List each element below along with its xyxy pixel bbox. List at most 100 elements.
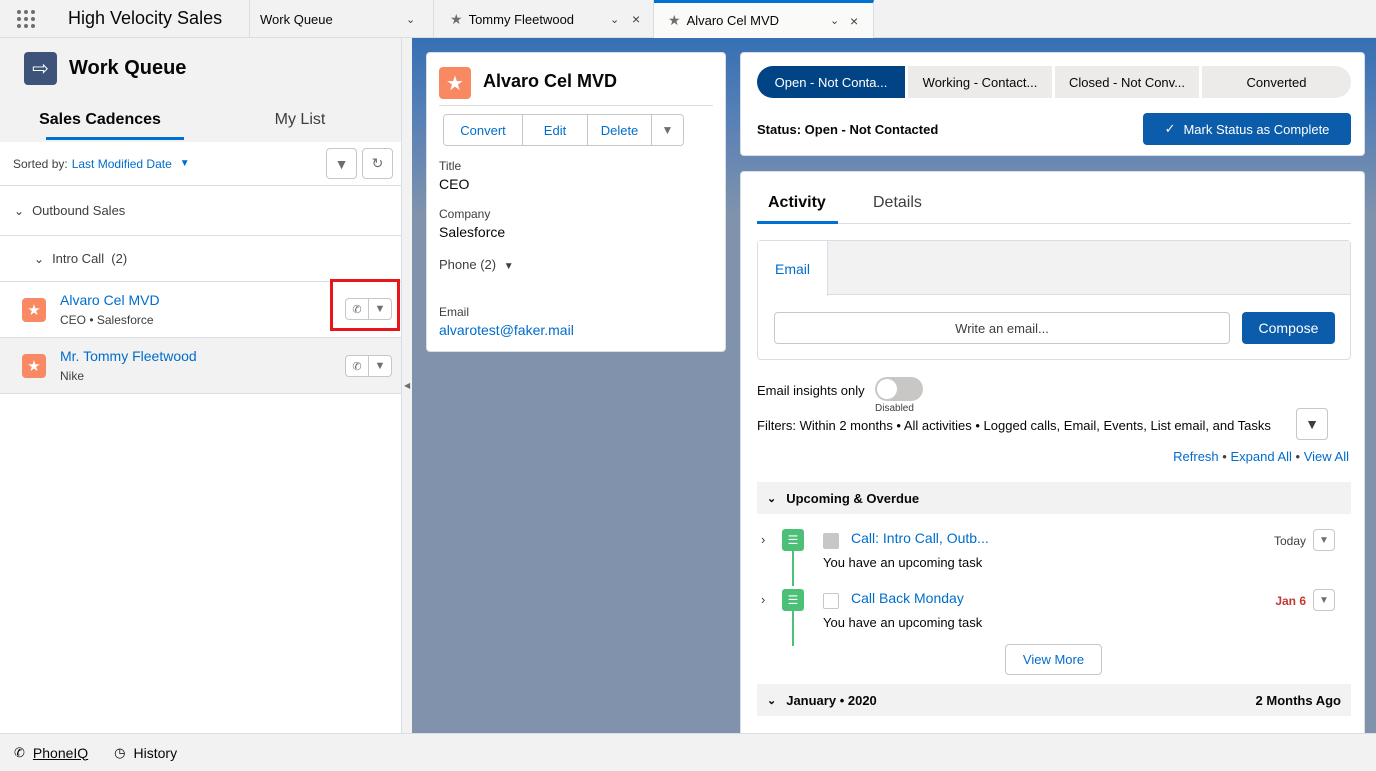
email-insights-label: Email insights only xyxy=(757,383,865,398)
status-path: Open - Not Conta... Working - Contact...… xyxy=(757,66,1351,98)
filter-icon: ▼ xyxy=(334,155,349,172)
separator-dot: • xyxy=(1295,449,1304,464)
utility-label: History xyxy=(133,744,178,761)
lead-name-link[interactable]: Alvaro Cel MVD xyxy=(60,292,160,308)
task-checkbox[interactable] xyxy=(823,593,839,609)
utility-phoneiq[interactable]: ✆ PhoneIQ xyxy=(14,745,88,761)
more-actions-button[interactable]: ▼ xyxy=(652,115,683,145)
view-all-link[interactable]: View All xyxy=(1304,449,1349,464)
call-button-group: ✆ ▼ xyxy=(345,355,392,377)
upcoming-overdue-header[interactable]: ⌄ Upcoming & Overdue xyxy=(757,482,1351,514)
toggle-state-label: Disabled xyxy=(875,403,914,414)
sort-field-link[interactable]: Last Modified Date xyxy=(72,157,172,171)
divider xyxy=(439,105,713,106)
current-status: Status: Open - Not Contacted xyxy=(757,122,939,137)
section-relative-date: 2 Months Ago xyxy=(1255,692,1341,708)
tab-dropdown-chevron-icon[interactable]: ⌄ xyxy=(830,14,839,27)
lead-name-link[interactable]: Mr. Tommy Fleetwood xyxy=(60,348,197,364)
task-icon: ☰ xyxy=(782,529,804,551)
mark-status-complete-button[interactable]: ✓ Mark Status as Complete xyxy=(1143,113,1351,145)
task-menu-button[interactable]: ▼ xyxy=(1313,589,1335,611)
path-step-working[interactable]: Working - Contact... xyxy=(908,66,1052,98)
lead-icon: ★ xyxy=(668,12,681,28)
tab-label: Tommy Fleetwood xyxy=(468,11,575,27)
task-name-link[interactable]: Call Back Monday xyxy=(851,590,964,606)
task-date: Today xyxy=(1273,534,1306,548)
company-label: Company xyxy=(439,207,491,221)
path-step-closed[interactable]: Closed - Not Conv... xyxy=(1055,66,1199,98)
work-queue-title: Work Queue xyxy=(69,56,187,79)
tab-email[interactable]: Email xyxy=(758,241,828,296)
chevron-down-icon: ▼ xyxy=(661,123,674,137)
phone-label: Phone (2) xyxy=(439,257,497,272)
button-label: Mark Status as Complete xyxy=(1183,121,1330,137)
close-tab-icon[interactable]: × xyxy=(850,13,858,29)
convert-button[interactable]: Convert xyxy=(444,115,523,145)
tab-dropdown-chevron-icon[interactable]: ⌄ xyxy=(610,13,619,26)
path-step-converted[interactable]: Converted xyxy=(1202,66,1351,98)
list-item[interactable]: ★ Mr. Tommy Fleetwood Nike ✆ ▼ xyxy=(0,338,401,394)
status-path-card: Open - Not Conta... Working - Contact...… xyxy=(740,52,1365,156)
write-email-input[interactable]: Write an email... xyxy=(774,312,1230,344)
record-action-buttons: Convert Edit Delete ▼ xyxy=(443,114,684,146)
tab-details[interactable]: Details xyxy=(873,194,922,212)
tab-my-list[interactable]: My List xyxy=(200,98,400,142)
filters-summary: Filters: Within 2 months • All activitie… xyxy=(757,418,1271,433)
month-section-header[interactable]: ⌄ January • 2020 2 Months Ago xyxy=(757,684,1351,716)
step-label: Intro Call (2) xyxy=(52,251,128,266)
compose-button[interactable]: Compose xyxy=(1242,312,1335,344)
lead-subtitle: CEO • Salesforce xyxy=(60,313,154,327)
email-link[interactable]: alvarotest@faker.mail xyxy=(439,322,574,338)
task-subtitle: You have an upcoming task xyxy=(823,615,983,630)
chevron-right-icon[interactable]: › xyxy=(761,532,765,547)
utility-bar: ✆ PhoneIQ ◷ History xyxy=(0,733,1376,771)
tab-tommy-fleetwood[interactable]: ★ Tommy Fleetwood ⌄ × xyxy=(434,0,654,38)
phone-dropdown[interactable]: Phone (2) ▼ xyxy=(439,257,514,272)
path-step-open[interactable]: Open - Not Conta... xyxy=(757,66,905,98)
collapse-arrow-icon[interactable]: ◀ xyxy=(404,381,410,390)
refresh-icon: ↻ xyxy=(371,155,384,171)
cadence-step-intro-call[interactable]: ⌄ Intro Call (2) xyxy=(0,236,401,282)
lead-icon: ★ xyxy=(22,354,46,378)
close-tab-icon[interactable]: × xyxy=(632,11,640,27)
sort-dropdown-icon[interactable]: ▼ xyxy=(180,158,190,169)
title-label: Title xyxy=(439,159,462,173)
tab-alvaro-cel-mvd[interactable]: ★ Alvaro Cel MVD ⌄ × xyxy=(654,0,874,38)
utility-history[interactable]: ◷ History xyxy=(114,745,177,761)
chevron-down-icon: ⌄ xyxy=(14,203,25,218)
app-launcher-button[interactable] xyxy=(0,0,52,38)
tab-work-queue[interactable]: Work Queue ⌄ xyxy=(250,0,434,38)
chevron-right-icon[interactable]: › xyxy=(761,592,765,607)
task-subtitle: You have an upcoming task xyxy=(823,555,983,570)
view-more-button[interactable]: View More xyxy=(1005,644,1102,675)
lead-icon: ★ xyxy=(439,67,471,99)
task-menu-button[interactable]: ▼ xyxy=(1313,529,1335,551)
edit-button[interactable]: Edit xyxy=(523,115,588,145)
expand-all-link[interactable]: Expand All xyxy=(1230,449,1291,464)
record-name: Alvaro Cel MVD xyxy=(483,71,618,91)
refresh-button[interactable]: ↻ xyxy=(362,148,393,179)
chevron-down-icon: ▼ xyxy=(1319,534,1329,546)
tab-sales-cadences[interactable]: Sales Cadences xyxy=(0,98,200,142)
delete-button[interactable]: Delete xyxy=(588,115,652,145)
task-icon: ☰ xyxy=(782,589,804,611)
panel-splitter[interactable]: ◀ xyxy=(402,38,412,733)
filter-button[interactable]: ▼ xyxy=(326,148,357,179)
task-checkbox[interactable] xyxy=(823,533,839,549)
email-insights-toggle[interactable] xyxy=(875,377,923,401)
task-name-link[interactable]: Call: Intro Call, Outb... xyxy=(851,530,989,546)
activity-composer: Email Write an email... Compose xyxy=(757,240,1351,360)
app-launcher-icon xyxy=(17,10,35,28)
cadence-group-outbound-sales[interactable]: ⌄ Outbound Sales xyxy=(0,186,401,236)
phone-icon[interactable]: ✆ xyxy=(346,356,369,376)
tab-dropdown-chevron-icon[interactable]: ⌄ xyxy=(406,13,415,26)
chevron-down-icon[interactable]: ▼ xyxy=(369,356,391,376)
activity-filter-button[interactable]: ▼ xyxy=(1296,408,1328,440)
app-name: High Velocity Sales xyxy=(52,0,250,37)
tab-activity[interactable]: Activity xyxy=(768,194,826,212)
refresh-link[interactable]: Refresh xyxy=(1173,449,1219,464)
sort-bar: Sorted by: Last Modified Date ▼ ▼ ↻ xyxy=(0,142,401,186)
clock-icon: ◷ xyxy=(114,744,126,760)
composer-tab-row: Email xyxy=(758,241,1350,296)
utility-label: PhoneIQ xyxy=(32,744,89,761)
